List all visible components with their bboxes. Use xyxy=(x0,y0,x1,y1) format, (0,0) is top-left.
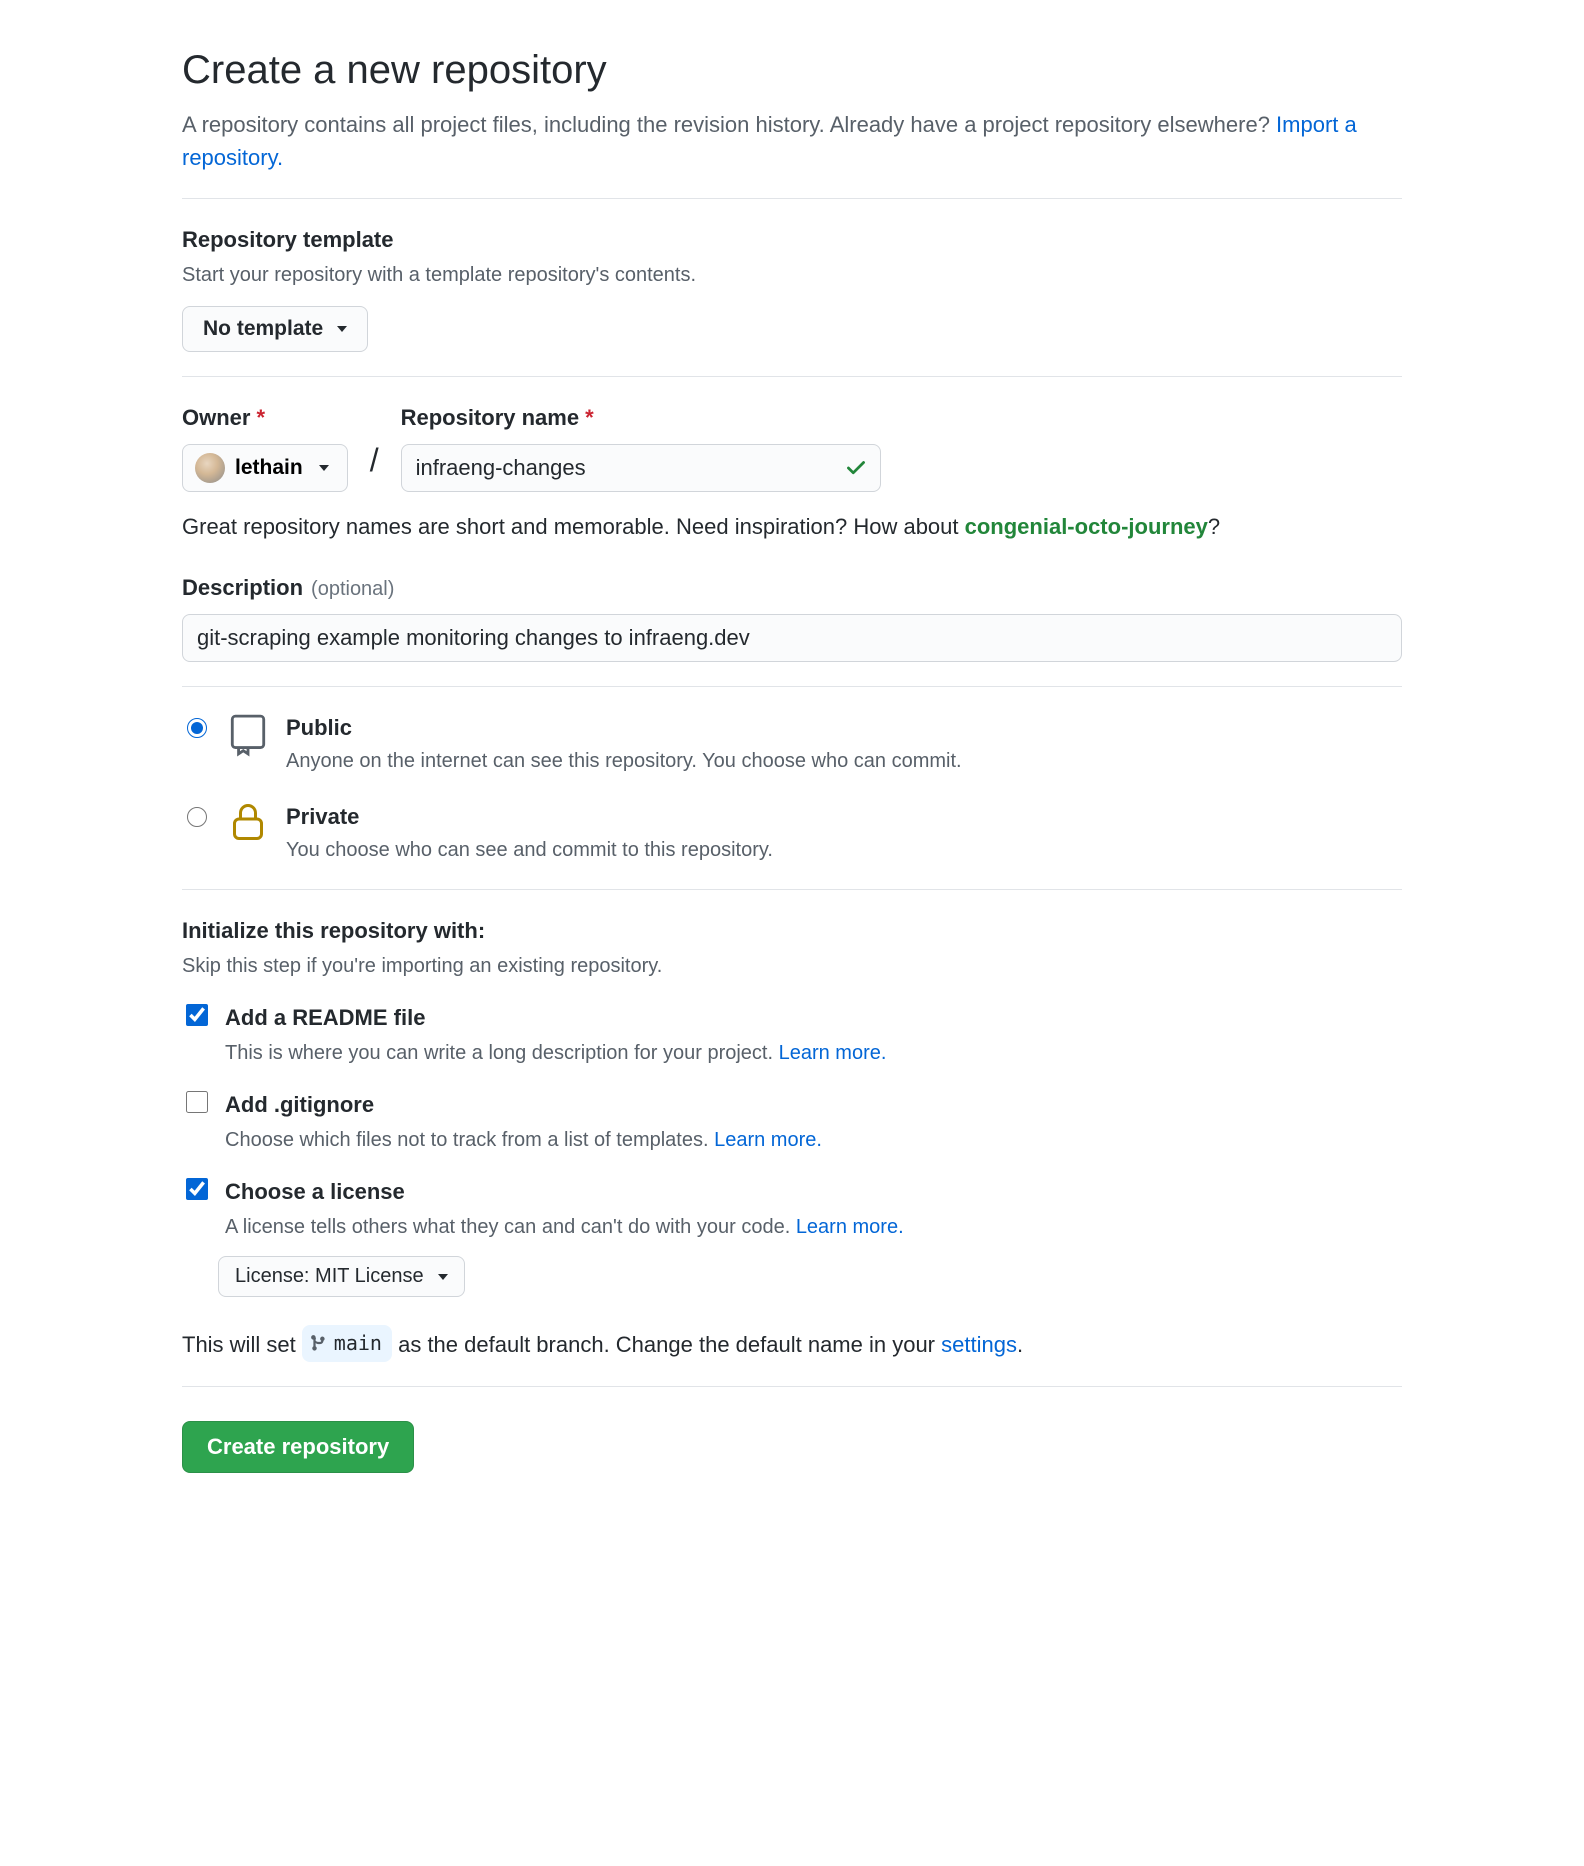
gitignore-sub: Choose which files not to track from a l… xyxy=(225,1125,822,1155)
avatar xyxy=(195,453,225,483)
branch-note-suffix: . xyxy=(1017,1332,1023,1357)
name-suggestion-link[interactable]: congenial-octo-journey xyxy=(965,514,1208,539)
license-title: Choose a license xyxy=(225,1175,904,1208)
readme-sub: This is where you can write a long descr… xyxy=(225,1038,886,1068)
license-checkbox[interactable] xyxy=(186,1178,208,1200)
readme-learn-more-link[interactable]: Learn more. xyxy=(779,1042,887,1064)
divider xyxy=(182,889,1402,890)
name-hint-suffix: ? xyxy=(1208,514,1220,539)
required-asterisk: * xyxy=(585,405,594,430)
readme-checkbox[interactable] xyxy=(186,1004,208,1026)
license-select-label: License: MIT License xyxy=(235,1265,424,1288)
visibility-public-row: Public Anyone on the internet can see th… xyxy=(182,711,1402,776)
owner-name-row: Owner* lethain / Repository name* xyxy=(182,401,1402,492)
license-sub-text: A license tells others what they can and… xyxy=(225,1216,796,1238)
name-hint-prefix: Great repository names are short and mem… xyxy=(182,514,965,539)
owner-select[interactable]: lethain xyxy=(182,444,348,492)
visibility-private-text: Private You choose who can see and commi… xyxy=(286,800,773,865)
repo-name-label-text: Repository name xyxy=(401,405,580,430)
owner-label-text: Owner xyxy=(182,405,250,430)
branch-note-prefix: This will set xyxy=(182,1332,302,1357)
visibility-public-text: Public Anyone on the internet can see th… xyxy=(286,711,962,776)
divider xyxy=(182,376,1402,377)
owner-value: lethain xyxy=(235,456,303,480)
owner-group: Owner* lethain xyxy=(182,401,348,492)
license-learn-more-link[interactable]: Learn more. xyxy=(796,1216,904,1238)
visibility-public-radio[interactable] xyxy=(187,718,207,738)
name-hint: Great repository names are short and mem… xyxy=(182,510,1402,543)
slash-separator: / xyxy=(366,436,383,492)
gitignore-title: Add .gitignore xyxy=(225,1088,822,1121)
readme-row: Add a README file This is where you can … xyxy=(182,1001,1402,1068)
readme-sub-text: This is where you can write a long descr… xyxy=(225,1042,779,1064)
license-row: Choose a license A license tells others … xyxy=(182,1175,1402,1242)
visibility-private-sub: You choose who can see and commit to thi… xyxy=(286,835,773,865)
gitignore-sub-text: Choose which files not to track from a l… xyxy=(225,1129,714,1151)
template-select[interactable]: No template xyxy=(182,306,368,352)
page-subtitle: A repository contains all project files,… xyxy=(182,108,1402,174)
optional-text: (optional) xyxy=(311,574,394,604)
description-input[interactable] xyxy=(182,614,1402,662)
divider xyxy=(182,198,1402,199)
branch-note: This will set main as the default branch… xyxy=(182,1325,1402,1362)
visibility-public-sub: Anyone on the internet can see this repo… xyxy=(286,746,962,776)
caret-down-icon xyxy=(438,1274,448,1280)
check-icon xyxy=(845,457,867,479)
branch-note-mid: as the default branch. Change the defaul… xyxy=(398,1332,941,1357)
gitignore-row: Add .gitignore Choose which files not to… xyxy=(182,1088,1402,1155)
license-select[interactable]: License: MIT License xyxy=(218,1256,465,1297)
gitignore-learn-more-link[interactable]: Learn more. xyxy=(714,1129,822,1151)
readme-title: Add a README file xyxy=(225,1001,886,1034)
lock-icon xyxy=(228,800,268,842)
required-asterisk: * xyxy=(256,405,265,430)
license-sub: A license tells others what they can and… xyxy=(225,1212,904,1242)
visibility-private-title: Private xyxy=(286,800,773,833)
caret-down-icon xyxy=(337,326,347,332)
visibility-public-title: Public xyxy=(286,711,962,744)
repo-name-input[interactable] xyxy=(401,444,881,492)
repo-name-group: Repository name* xyxy=(401,401,881,492)
divider xyxy=(182,1386,1402,1387)
description-label: Description xyxy=(182,571,303,604)
init-subtitle: Skip this step if you're importing an ex… xyxy=(182,951,1402,981)
owner-label: Owner* xyxy=(182,401,348,434)
template-title: Repository template xyxy=(182,223,1402,256)
settings-link[interactable]: settings xyxy=(941,1332,1017,1357)
license-select-wrap: License: MIT License xyxy=(218,1256,1402,1297)
subtitle-text: A repository contains all project files,… xyxy=(182,112,1276,137)
visibility-private-row: Private You choose who can see and commi… xyxy=(182,800,1402,865)
template-section: Repository template Start your repositor… xyxy=(182,223,1402,352)
page-title: Create a new repository xyxy=(182,40,1402,100)
branch-name: main xyxy=(334,1328,382,1358)
gitignore-checkbox[interactable] xyxy=(186,1091,208,1113)
template-select-label: No template xyxy=(203,317,323,341)
visibility-group: Public Anyone on the internet can see th… xyxy=(182,711,1402,865)
template-subtitle: Start your repository with a template re… xyxy=(182,260,1402,290)
repo-name-label: Repository name* xyxy=(401,401,881,434)
divider xyxy=(182,686,1402,687)
caret-down-icon xyxy=(319,465,329,471)
visibility-private-radio[interactable] xyxy=(187,807,207,827)
init-section: Initialize this repository with: Skip th… xyxy=(182,914,1402,1297)
init-title: Initialize this repository with: xyxy=(182,914,1402,947)
branch-pill: main xyxy=(302,1325,392,1362)
description-label-row: Description (optional) xyxy=(182,571,1402,604)
git-branch-icon xyxy=(310,1334,328,1352)
repo-icon xyxy=(228,711,268,757)
create-repository-button[interactable]: Create repository xyxy=(182,1421,414,1473)
